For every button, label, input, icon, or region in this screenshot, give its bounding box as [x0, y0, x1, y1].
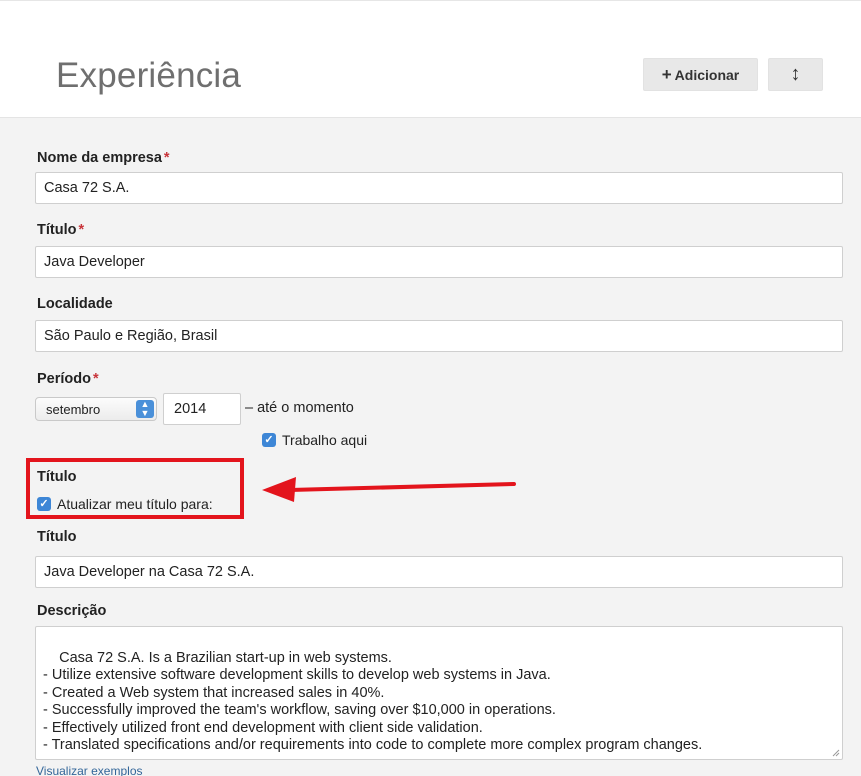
section-header: Experiência + Adicionar ↕ — [0, 12, 861, 118]
current-job-label: Trabalho aqui — [282, 432, 368, 448]
add-button-label: Adicionar — [674, 66, 740, 83]
new-headline-input-value: Java Developer na Casa 72 S.A. — [44, 564, 255, 580]
location-input-value: São Paulo e Região, Brasil — [44, 328, 218, 344]
current-job-checkbox[interactable]: ✓ — [262, 433, 276, 447]
month-select[interactable]: setembro ▲ ▼ — [35, 397, 157, 421]
period-label: Período * — [37, 371, 99, 387]
new-headline-label: Título — [37, 529, 77, 545]
company-input[interactable]: Casa 72 S.A. — [35, 172, 843, 204]
annotation-highlight-box — [26, 458, 244, 519]
location-input[interactable]: São Paulo e Região, Brasil — [35, 320, 843, 352]
year-input-value: 2014 — [174, 401, 207, 417]
until-present-text: – até o momento — [245, 400, 354, 416]
description-textarea[interactable]: Casa 72 S.A. Is a Brazilian start-up in … — [35, 626, 843, 760]
title-label: Título * — [37, 222, 85, 238]
title-input[interactable]: Java Developer — [35, 246, 843, 278]
reorder-button[interactable]: ↕ — [768, 58, 823, 91]
required-mark: * — [92, 371, 99, 387]
view-examples-link[interactable]: Visualizar exemplos — [36, 764, 143, 776]
month-select-value: setembro — [46, 401, 101, 417]
company-label: Nome da empresa * — [37, 150, 170, 166]
select-arrows-icon: ▲ ▼ — [136, 400, 154, 418]
title-input-value: Java Developer — [44, 254, 145, 270]
resize-handle-icon[interactable] — [832, 749, 840, 757]
sort-arrows-icon: ↕ — [790, 63, 801, 85]
current-job-checkbox-row[interactable]: ✓ Trabalho aqui — [262, 432, 367, 448]
description-label: Descrição — [37, 603, 107, 619]
location-label: Localidade — [37, 296, 113, 312]
new-headline-input[interactable]: Java Developer na Casa 72 S.A. — [35, 556, 843, 588]
plus-icon: + — [661, 64, 672, 84]
section-title: Experiência — [56, 56, 242, 95]
year-input[interactable]: 2014 — [163, 393, 241, 425]
description-text: Casa 72 S.A. Is a Brazilian start-up in … — [43, 649, 703, 754]
required-mark: * — [78, 222, 85, 238]
experience-form: Nome da empresa * Casa 72 S.A. Título * Ja… — [0, 118, 861, 776]
top-divider — [0, 0, 861, 1]
annotation-arrow-icon — [262, 477, 516, 502]
company-input-value: Casa 72 S.A. — [44, 180, 130, 196]
add-button[interactable]: + Adicionar — [643, 58, 758, 91]
required-mark: * — [163, 150, 170, 166]
